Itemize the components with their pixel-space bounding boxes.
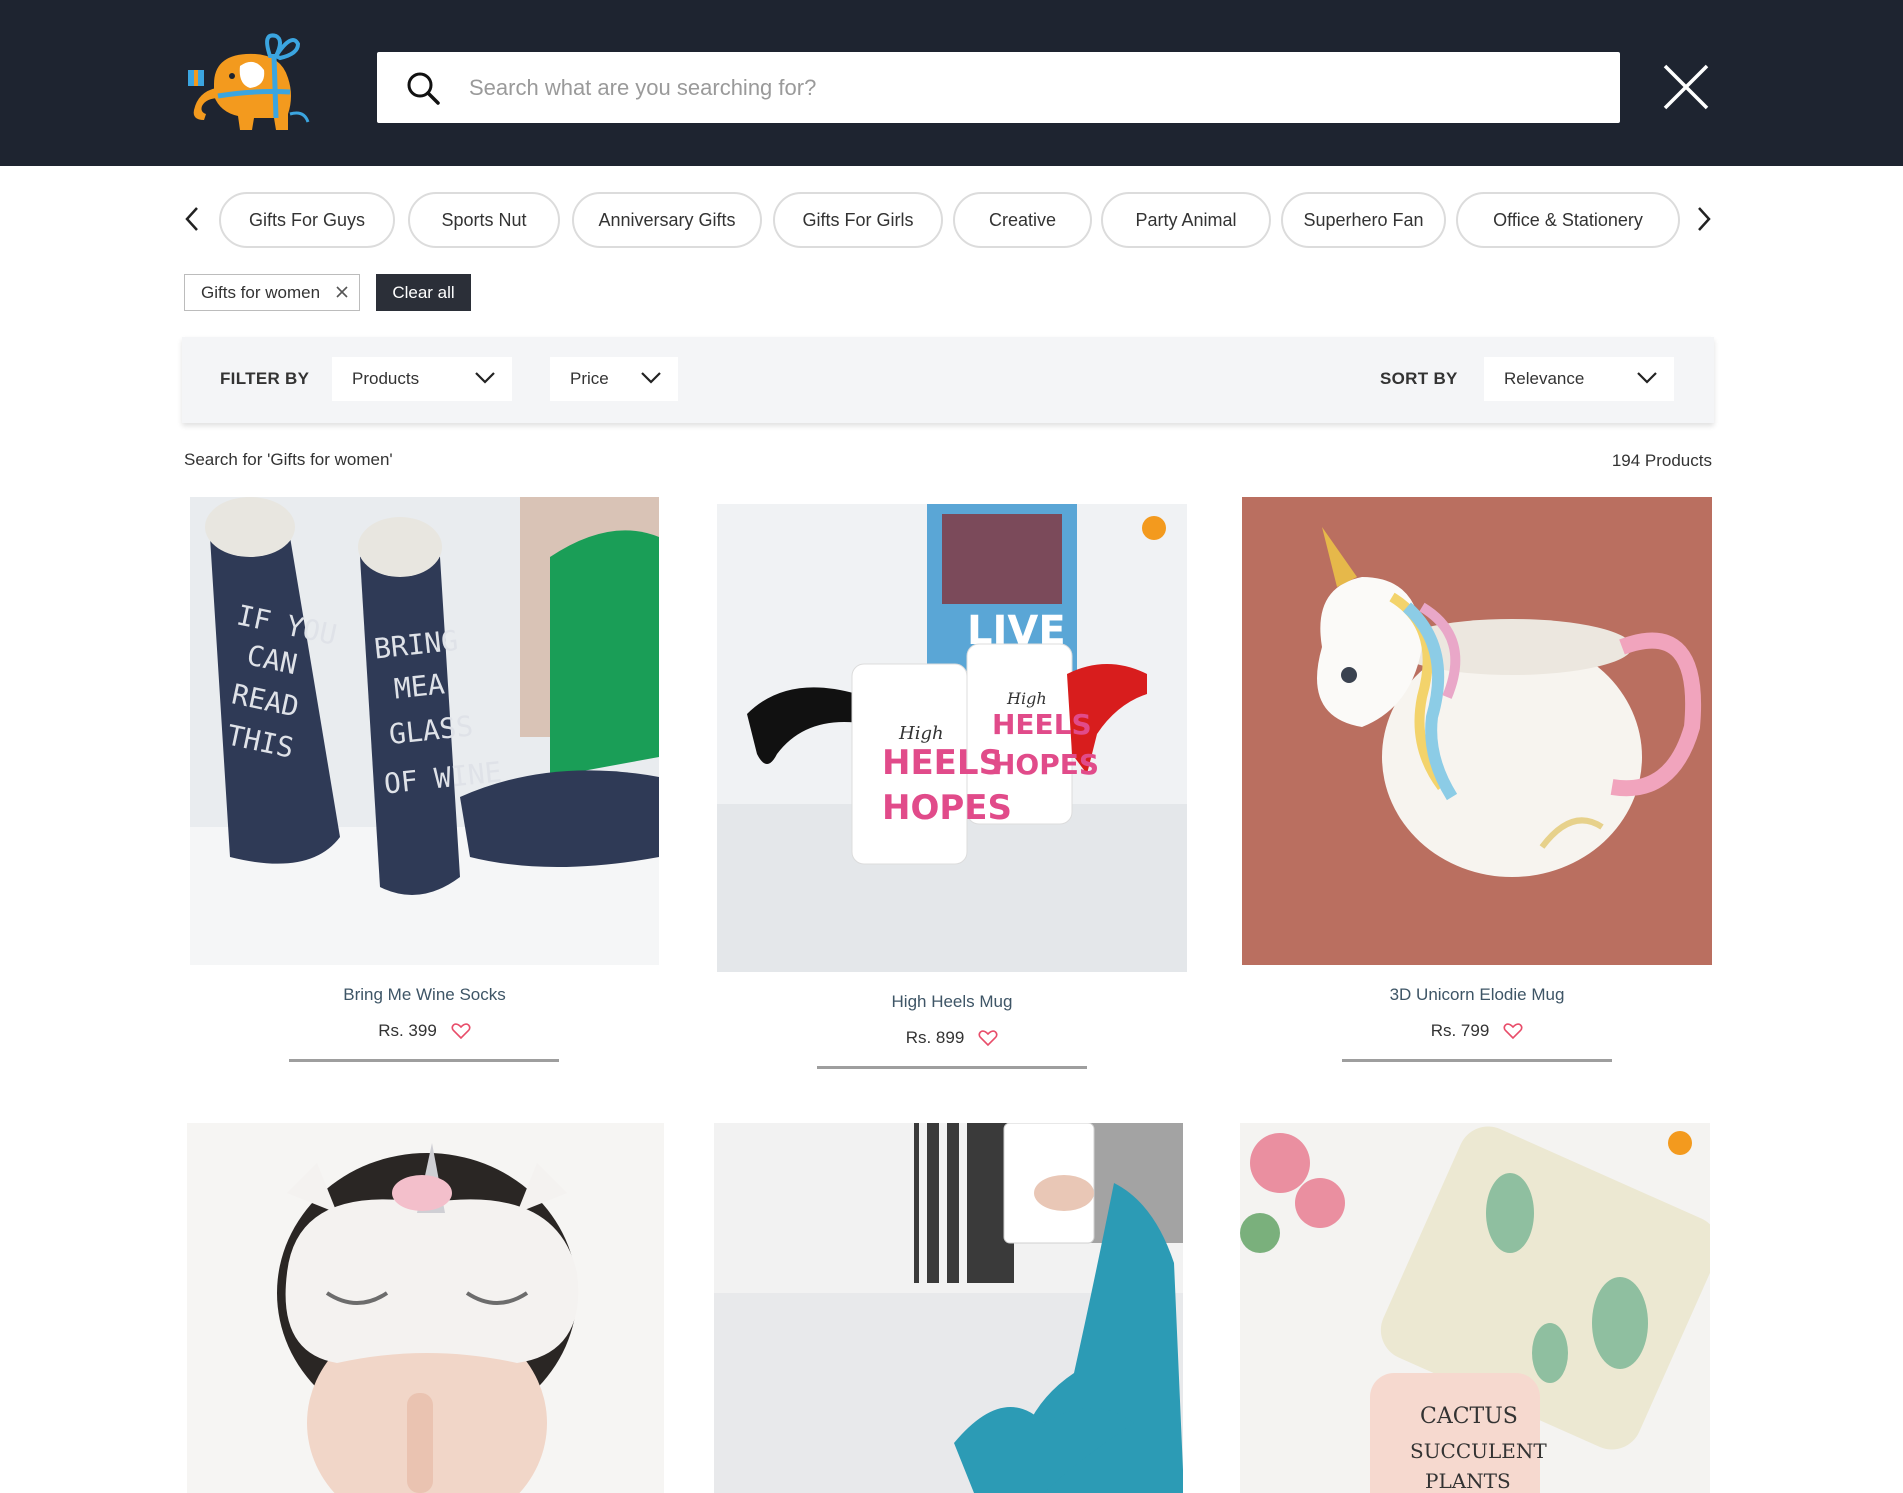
- chevron-down-icon: [1637, 372, 1657, 384]
- svg-text:HOPES: HOPES: [992, 748, 1099, 781]
- divider: [1342, 1059, 1612, 1062]
- product-name[interactable]: High Heels Mug: [717, 992, 1187, 1012]
- search-result-text: Search for 'Gifts for women': [184, 450, 393, 469]
- category-chip-party-animal[interactable]: Party Animal: [1101, 192, 1271, 248]
- price-dropdown-label: Price: [570, 369, 609, 388]
- svg-text:HEELS: HEELS: [992, 708, 1092, 741]
- divider: [817, 1066, 1087, 1069]
- product-card[interactable]: 3D Unicorn Elodie Mug Rs. 799: [1242, 497, 1712, 1062]
- chevron-left-icon[interactable]: [180, 204, 204, 234]
- svg-text:SUCCULENT: SUCCULENT: [1410, 1439, 1547, 1463]
- chevron-down-icon: [641, 372, 661, 384]
- product-price: Rs. 799: [1430, 1021, 1490, 1040]
- product-price: Rs. 399: [378, 1021, 437, 1040]
- header-bar: [0, 0, 1903, 166]
- elephant-logo-icon[interactable]: [184, 26, 324, 138]
- search-input[interactable]: [469, 52, 1589, 123]
- filter-bar: FILTER BY Products Price SORT BY Relevan…: [182, 337, 1714, 423]
- products-dropdown-label: Products: [352, 369, 420, 388]
- price-row: Rs. 399: [190, 1021, 659, 1041]
- product-image[interactable]: IF YOU CAN READ THIS BRING MEA GLASS OF …: [190, 497, 659, 965]
- heart-icon[interactable]: [451, 1022, 471, 1040]
- category-chip-creative[interactable]: Creative: [953, 192, 1092, 248]
- product-card[interactable]: LIVE High HEELS HOPES High HEELS HOPES H…: [717, 504, 1187, 1069]
- active-filter-tag: Gifts for women: [184, 274, 360, 311]
- sort-dropdown-label: Relevance: [1504, 369, 1585, 388]
- active-filter-label: Gifts for women: [201, 282, 321, 302]
- product-image-eye-mask[interactable]: [187, 1123, 664, 1493]
- svg-text:High: High: [898, 723, 944, 744]
- close-icon[interactable]: [1662, 63, 1710, 111]
- price-row: Rs. 899: [717, 1028, 1187, 1048]
- svg-text:HOPES: HOPES: [882, 788, 1012, 828]
- category-chip-sports-nut[interactable]: Sports Nut: [408, 192, 560, 248]
- sort-by-label: SORT BY: [1380, 369, 1458, 388]
- price-dropdown[interactable]: Price: [550, 357, 678, 401]
- products-dropdown[interactable]: Products: [332, 357, 512, 401]
- sort-dropdown[interactable]: Relevance: [1484, 357, 1674, 401]
- remove-filter-icon[interactable]: [335, 285, 349, 299]
- category-chip-office-stationery[interactable]: Office & Stationery: [1456, 192, 1680, 248]
- filter-by-label: FILTER BY: [220, 369, 310, 388]
- product-image-mermaid-blanket[interactable]: [714, 1123, 1183, 1493]
- clear-all-button[interactable]: Clear all: [376, 274, 471, 311]
- heart-icon[interactable]: [978, 1029, 998, 1047]
- svg-text:High: High: [1006, 689, 1047, 708]
- search-box[interactable]: [377, 52, 1620, 123]
- category-chip-gifts-for-guys[interactable]: Gifts For Guys: [219, 192, 395, 248]
- product-count: 194 Products: [1611, 451, 1712, 470]
- chevron-down-icon: [475, 372, 495, 384]
- product-name[interactable]: 3D Unicorn Elodie Mug: [1242, 985, 1712, 1005]
- product-card[interactable]: IF YOU CAN READ THIS BRING MEA GLASS OF …: [190, 497, 659, 1062]
- product-image[interactable]: [1242, 497, 1712, 965]
- price-row: Rs. 799: [1242, 1021, 1712, 1041]
- product-image[interactable]: LIVE High HEELS HOPES High HEELS HOPES: [717, 504, 1187, 972]
- category-chip-anniversary-gifts[interactable]: Anniversary Gifts: [572, 192, 762, 248]
- svg-text:CACTUS: CACTUS: [1420, 1404, 1518, 1429]
- category-chip-superhero-fan[interactable]: Superhero Fan: [1281, 192, 1446, 248]
- product-image-cactus-pouch[interactable]: CACTUS SUCCULENT PLANTS: [1240, 1123, 1710, 1493]
- search-icon[interactable]: [405, 70, 441, 106]
- product-price: Rs. 899: [905, 1028, 965, 1047]
- product-name[interactable]: Bring Me Wine Socks: [190, 985, 659, 1005]
- divider: [289, 1059, 559, 1062]
- svg-text:MEA: MEA: [392, 667, 446, 705]
- category-chip-gifts-for-girls[interactable]: Gifts For Girls: [773, 192, 943, 248]
- heart-icon[interactable]: [1503, 1022, 1523, 1040]
- svg-text:HEELS: HEELS: [882, 743, 1003, 783]
- svg-text:PLANTS: PLANTS: [1425, 1469, 1511, 1493]
- chevron-right-icon[interactable]: [1692, 204, 1716, 234]
